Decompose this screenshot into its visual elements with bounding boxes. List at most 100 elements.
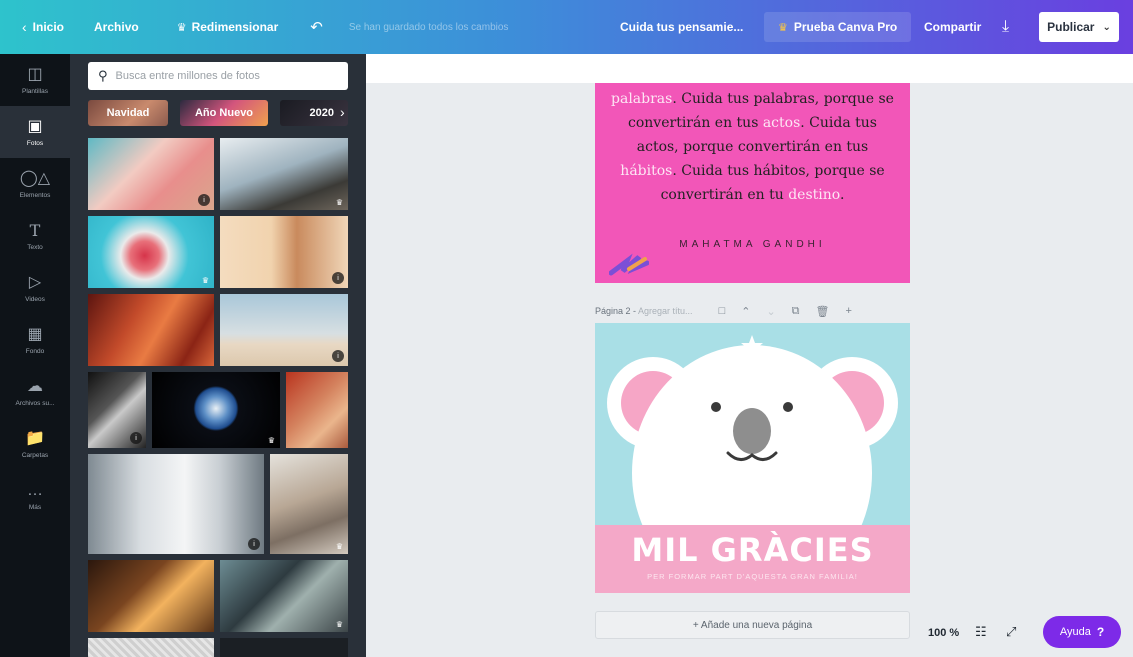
duplicate-icon[interactable]: ⧉: [792, 305, 800, 318]
chip-2020[interactable]: 2020: [280, 100, 348, 126]
rail-item-background[interactable]: ▦ Fondo: [0, 314, 70, 366]
design-page-2[interactable]: MIL GRÀCIES PER FORMAR PART D'AQUESTA GR…: [595, 323, 910, 593]
photo-laptops-team[interactable]: ♛: [220, 560, 348, 632]
search-icon: ⚲: [98, 68, 108, 83]
photo-pink-candy[interactable]: ♛: [88, 216, 214, 288]
text-icon: T: [29, 220, 41, 240]
info-icon: i: [332, 272, 344, 284]
quote-text-segment: . Cuida tus hábitos, porque se convertir…: [660, 163, 885, 203]
info-icon: i: [198, 194, 210, 206]
info-icon: i: [130, 432, 142, 444]
resize-label: Redimensionar: [191, 20, 279, 34]
quote-highlight-word: hábitos: [620, 163, 673, 179]
crown-icon: ♛: [267, 436, 275, 445]
pro-trial-label: Prueba Canva Pro: [793, 20, 898, 34]
photo-family-baby[interactable]: ♛: [270, 454, 348, 554]
crown-icon: ♛: [335, 542, 343, 551]
chevron-down-icon: ⌄: [1102, 21, 1111, 33]
rail-item-elements[interactable]: ◯△ Elementos: [0, 158, 70, 210]
share-button[interactable]: Compartir: [924, 0, 981, 54]
photos-icon: ▣: [27, 117, 43, 135]
photo-earth[interactable]: ♛: [152, 372, 280, 448]
canva-pro-trial-button[interactable]: ♛ Prueba Canva Pro: [764, 12, 912, 42]
crown-icon: ♛: [335, 198, 343, 207]
chip-christmas[interactable]: Navidad: [88, 100, 168, 126]
file-menu[interactable]: Archivo: [94, 0, 139, 54]
photo-texture[interactable]: [88, 638, 214, 657]
info-icon: i: [248, 538, 260, 550]
help-label: Ayuda: [1059, 626, 1091, 638]
zoom-level[interactable]: 100 %: [928, 627, 959, 639]
crown-icon: ♛: [176, 21, 187, 34]
background-icon: ▦: [27, 325, 43, 343]
chevron-left-icon: ‹: [22, 19, 27, 35]
templates-icon: ◫: [27, 65, 43, 83]
folders-icon: 📁: [25, 429, 45, 447]
rail-item-photos[interactable]: ▣ Fotos: [0, 106, 70, 158]
page-2-toolbar: Página 2 - Agregar títu... □ ⌃ ⌄ ⧉ 🗑 +: [595, 301, 910, 321]
photo-dark[interactable]: [220, 638, 348, 657]
top-bar: ‹ Inicio Archivo ♛ Redimensionar ↶ Se ha…: [0, 0, 1133, 54]
resize-button[interactable]: ♛ Redimensionar: [177, 0, 279, 54]
uploads-icon: ☁: [27, 377, 43, 395]
crown-icon: ♛: [335, 620, 343, 629]
chip-new-year[interactable]: Año Nuevo: [180, 100, 268, 126]
photo-woman-profile[interactable]: i: [220, 216, 348, 288]
brush-stroke-graphic: [609, 253, 649, 276]
undo-icon[interactable]: ↶: [310, 0, 323, 54]
quote-highlight-word: destino: [788, 187, 840, 203]
photo-red-canyon[interactable]: [88, 294, 214, 366]
add-icon[interactable]: +: [845, 305, 851, 317]
help-button[interactable]: Ayuda ?: [1043, 616, 1121, 648]
thanks-subtitle[interactable]: PER FORMAR PART D'AQUESTA GRAN FAMILIA!: [595, 572, 910, 581]
crown-icon: ♛: [778, 21, 788, 34]
photo-flowers-woman[interactable]: i: [88, 138, 214, 210]
quote-author[interactable]: MAHATMA GANDHI: [595, 239, 910, 250]
trash-icon[interactable]: 🗑: [816, 305, 830, 318]
chevron-up-icon[interactable]: ⌃: [741, 305, 750, 318]
more-icon: …: [27, 481, 43, 499]
elements-icon: ◯△: [19, 169, 51, 187]
notes-icon[interactable]: □: [719, 305, 726, 317]
grid-view-icon[interactable]: ☷: [975, 624, 987, 640]
photo-holding-hands[interactable]: [88, 560, 214, 632]
photo-search-box[interactable]: ⚲: [88, 62, 348, 90]
crown-icon: ♛: [201, 276, 209, 285]
photo-search-input[interactable]: [115, 70, 336, 82]
photos-panel: ⚲ Navidad Año Nuevo 2020 › i ♛ ♛ i i i ♛…: [70, 54, 366, 657]
publish-button[interactable]: Publicar ⌄: [1039, 12, 1119, 42]
photo-tent-view[interactable]: ♛: [220, 138, 348, 210]
rail-item-uploads[interactable]: ☁ Archivos su...: [0, 366, 70, 418]
videos-icon: ▷: [28, 273, 42, 291]
rail-item-videos[interactable]: ▷ Videos: [0, 262, 70, 314]
info-icon: i: [332, 350, 344, 362]
add-page-button[interactable]: + Añade una nueva página: [595, 611, 910, 639]
gandhi-quote[interactable]: palabras. Cuida tus palabras, porque se …: [607, 87, 898, 207]
photo-reading-woman[interactable]: [286, 372, 348, 448]
photo-runner-jump[interactable]: i: [220, 294, 348, 366]
rail-item-folders[interactable]: 📁 Carpetas: [0, 418, 70, 470]
chevron-down-icon[interactable]: ⌄: [766, 305, 775, 318]
home-button[interactable]: ‹ Inicio: [22, 0, 64, 54]
photo-hands-bw[interactable]: i: [88, 372, 146, 448]
left-rail: ◫ Plantillas ▣ Fotos ◯△ Elementos T Text…: [0, 54, 70, 657]
photo-laboratory[interactable]: i: [88, 454, 264, 554]
home-label: Inicio: [32, 20, 65, 34]
rail-item-text[interactable]: T Texto: [0, 210, 70, 262]
page-label: Página 2 -: [595, 306, 637, 316]
design-title[interactable]: Cuida tus pensamie...: [620, 0, 743, 54]
fullscreen-icon[interactable]: ⤢: [1006, 624, 1016, 640]
publish-label: Publicar: [1047, 20, 1095, 34]
save-status: Se han guardado todos los cambios: [348, 21, 509, 33]
question-icon: ?: [1096, 625, 1105, 639]
thanks-title[interactable]: MIL GRÀCIES: [595, 531, 910, 569]
rail-item-more[interactable]: … Más: [0, 470, 70, 522]
canvas-top-strip: [366, 54, 1133, 83]
design-page-1[interactable]: palabras. Cuida tus palabras, porque se …: [595, 83, 910, 283]
quote-highlight-word: palabras: [611, 91, 673, 107]
page-title-input[interactable]: Agregar títu...: [638, 306, 693, 316]
chevron-right-icon[interactable]: ›: [340, 104, 345, 120]
rail-item-templates[interactable]: ◫ Plantillas: [0, 54, 70, 106]
download-icon[interactable]: ⤓: [1002, 0, 1009, 54]
quote-highlight-word: actos: [762, 115, 801, 131]
